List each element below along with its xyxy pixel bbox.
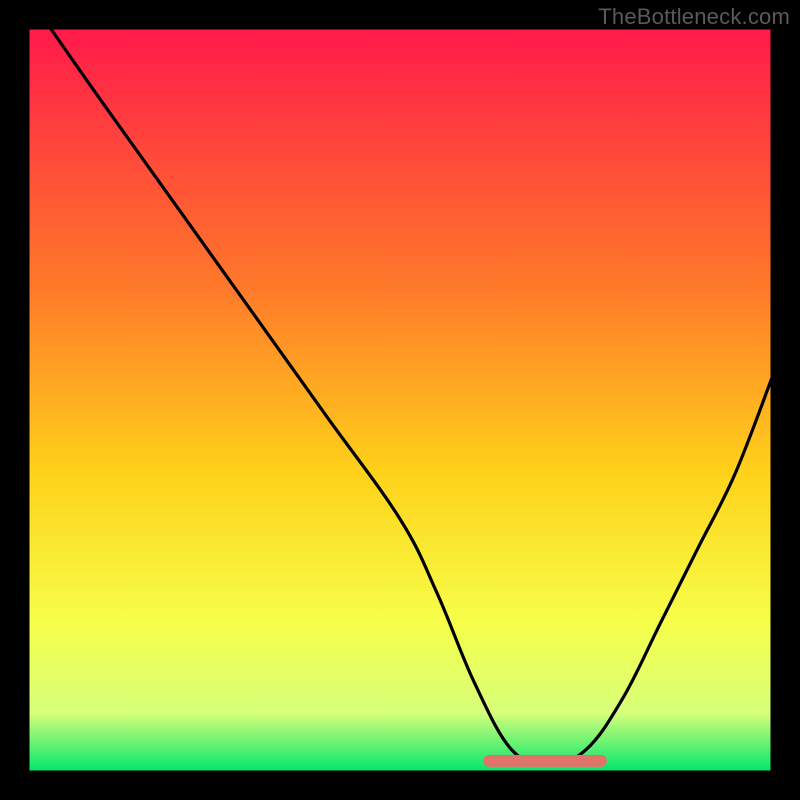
plot-gradient (28, 28, 772, 772)
chart-frame: TheBottleneck.com (0, 0, 800, 800)
bottleneck-chart (0, 0, 800, 800)
watermark-text: TheBottleneck.com (598, 4, 790, 30)
